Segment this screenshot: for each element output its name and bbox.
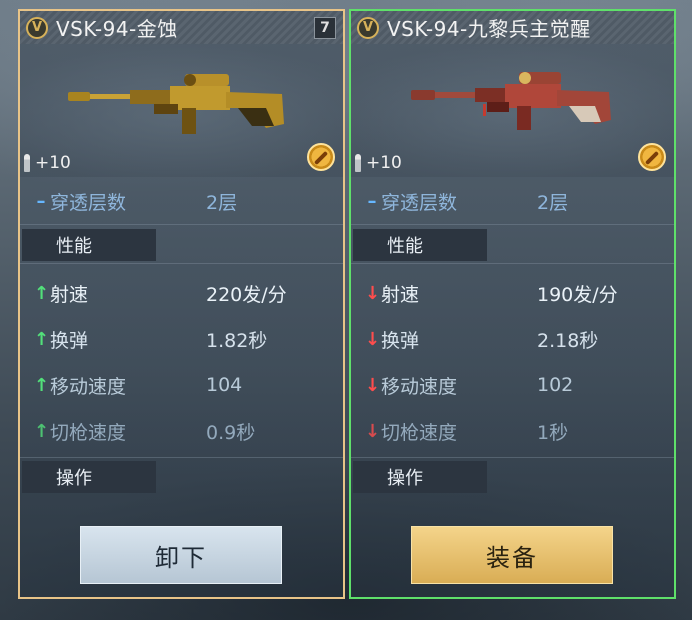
section-label: 性能: [387, 236, 423, 257]
divider: [351, 224, 674, 225]
weapon-image-area: +10: [351, 44, 674, 177]
stat-label: 穿透层数: [381, 191, 458, 214]
minus-icon: –: [36, 190, 46, 212]
bullet-icon: [355, 154, 361, 172]
stat-value: 190发/分: [537, 283, 618, 306]
section-label: 操作: [56, 468, 92, 489]
stat-label: 射速: [381, 283, 420, 306]
stat-row-penetration: – 穿透层数 2层: [20, 179, 343, 223]
ammo-label: +10: [366, 153, 402, 173]
minus-icon: –: [367, 190, 377, 212]
stat-label: 射速: [50, 283, 89, 306]
section-performance: 性能: [22, 229, 156, 261]
stat-row-fire-rate: ↑ 射速 220发/分: [20, 271, 343, 315]
stat-row-move-speed: ↑ 移动速度 104: [20, 363, 343, 407]
stat-label: 换弹: [381, 329, 420, 352]
stat-label: 移动速度: [50, 375, 127, 398]
weapon-image-area: +10: [20, 44, 343, 177]
stat-value: 2层: [206, 191, 238, 214]
prohibited-icon[interactable]: [638, 143, 666, 171]
stat-row-reload: ↓ 换弹 2.18秒: [351, 317, 674, 361]
arrow-up-icon: ↑: [34, 282, 50, 304]
stat-label: 换弹: [50, 329, 89, 352]
stat-row-swap-speed: ↑ 切枪速度 0.9秒: [20, 409, 343, 453]
arrow-down-icon: ↓: [365, 328, 381, 350]
ammo-count: +10: [355, 153, 402, 173]
stat-label: 切枪速度: [50, 421, 127, 444]
rifle-gold-image: [68, 74, 284, 134]
divider: [20, 263, 343, 264]
stat-value: 0.9秒: [206, 421, 256, 444]
stat-row-swap-speed: ↓ 切枪速度 1秒: [351, 409, 674, 453]
stat-value: 2层: [537, 191, 569, 214]
divider: [20, 457, 343, 458]
card-header: V VSK-94-金蚀 7: [20, 11, 343, 44]
ammo-count: +10: [24, 153, 71, 173]
weapon-title: VSK-94-金蚀: [56, 17, 178, 41]
stat-value: 1秒: [537, 421, 569, 444]
card-header: V VSK-94-九黎兵主觉醒: [351, 11, 674, 44]
count-badge: 7: [314, 17, 336, 39]
arrow-up-icon: ↑: [34, 374, 50, 396]
arrow-down-icon: ↓: [365, 420, 381, 442]
weapon-title: VSK-94-九黎兵主觉醒: [387, 17, 591, 41]
stat-label: 移动速度: [381, 375, 458, 398]
stat-value: 220发/分: [206, 283, 287, 306]
section-performance: 性能: [353, 229, 487, 261]
stat-value: 104: [206, 374, 243, 396]
stat-label: 切枪速度: [381, 421, 458, 444]
section-handling: 操作: [353, 461, 487, 493]
equip-button[interactable]: 装备: [411, 526, 613, 584]
unload-button[interactable]: 卸下: [80, 526, 282, 584]
divider: [20, 224, 343, 225]
ammo-label: +10: [35, 153, 71, 173]
stat-value: 1.82秒: [206, 329, 268, 352]
section-label: 性能: [56, 236, 92, 257]
arrow-up-icon: ↑: [34, 328, 50, 350]
weapon-card-compare[interactable]: V VSK-94-九黎兵主觉醒 +10 – 穿透层数 2层 性能 ↓ 射速 19…: [349, 9, 676, 599]
weapon-card-equipped[interactable]: V VSK-94-金蚀 7 +10 – 穿透层数 2层 性能 ↑ 射速 220发…: [18, 9, 345, 599]
rifle-red-image: [411, 72, 611, 130]
v-rank-icon: V: [357, 16, 379, 39]
section-handling: 操作: [22, 461, 156, 493]
stat-value: 2.18秒: [537, 329, 599, 352]
arrow-down-icon: ↓: [365, 282, 381, 304]
divider: [351, 263, 674, 264]
arrow-down-icon: ↓: [365, 374, 381, 396]
stat-row-reload: ↑ 换弹 1.82秒: [20, 317, 343, 361]
bullet-icon: [24, 154, 30, 172]
arrow-up-icon: ↑: [34, 420, 50, 442]
prohibited-icon[interactable]: [307, 143, 335, 171]
stat-label: 穿透层数: [50, 191, 127, 214]
divider: [351, 457, 674, 458]
v-rank-icon: V: [26, 16, 48, 39]
stat-row-move-speed: ↓ 移动速度 102: [351, 363, 674, 407]
stat-row-penetration: – 穿透层数 2层: [351, 179, 674, 223]
stat-value: 102: [537, 374, 574, 396]
stat-row-fire-rate: ↓ 射速 190发/分: [351, 271, 674, 315]
section-label: 操作: [387, 468, 423, 489]
